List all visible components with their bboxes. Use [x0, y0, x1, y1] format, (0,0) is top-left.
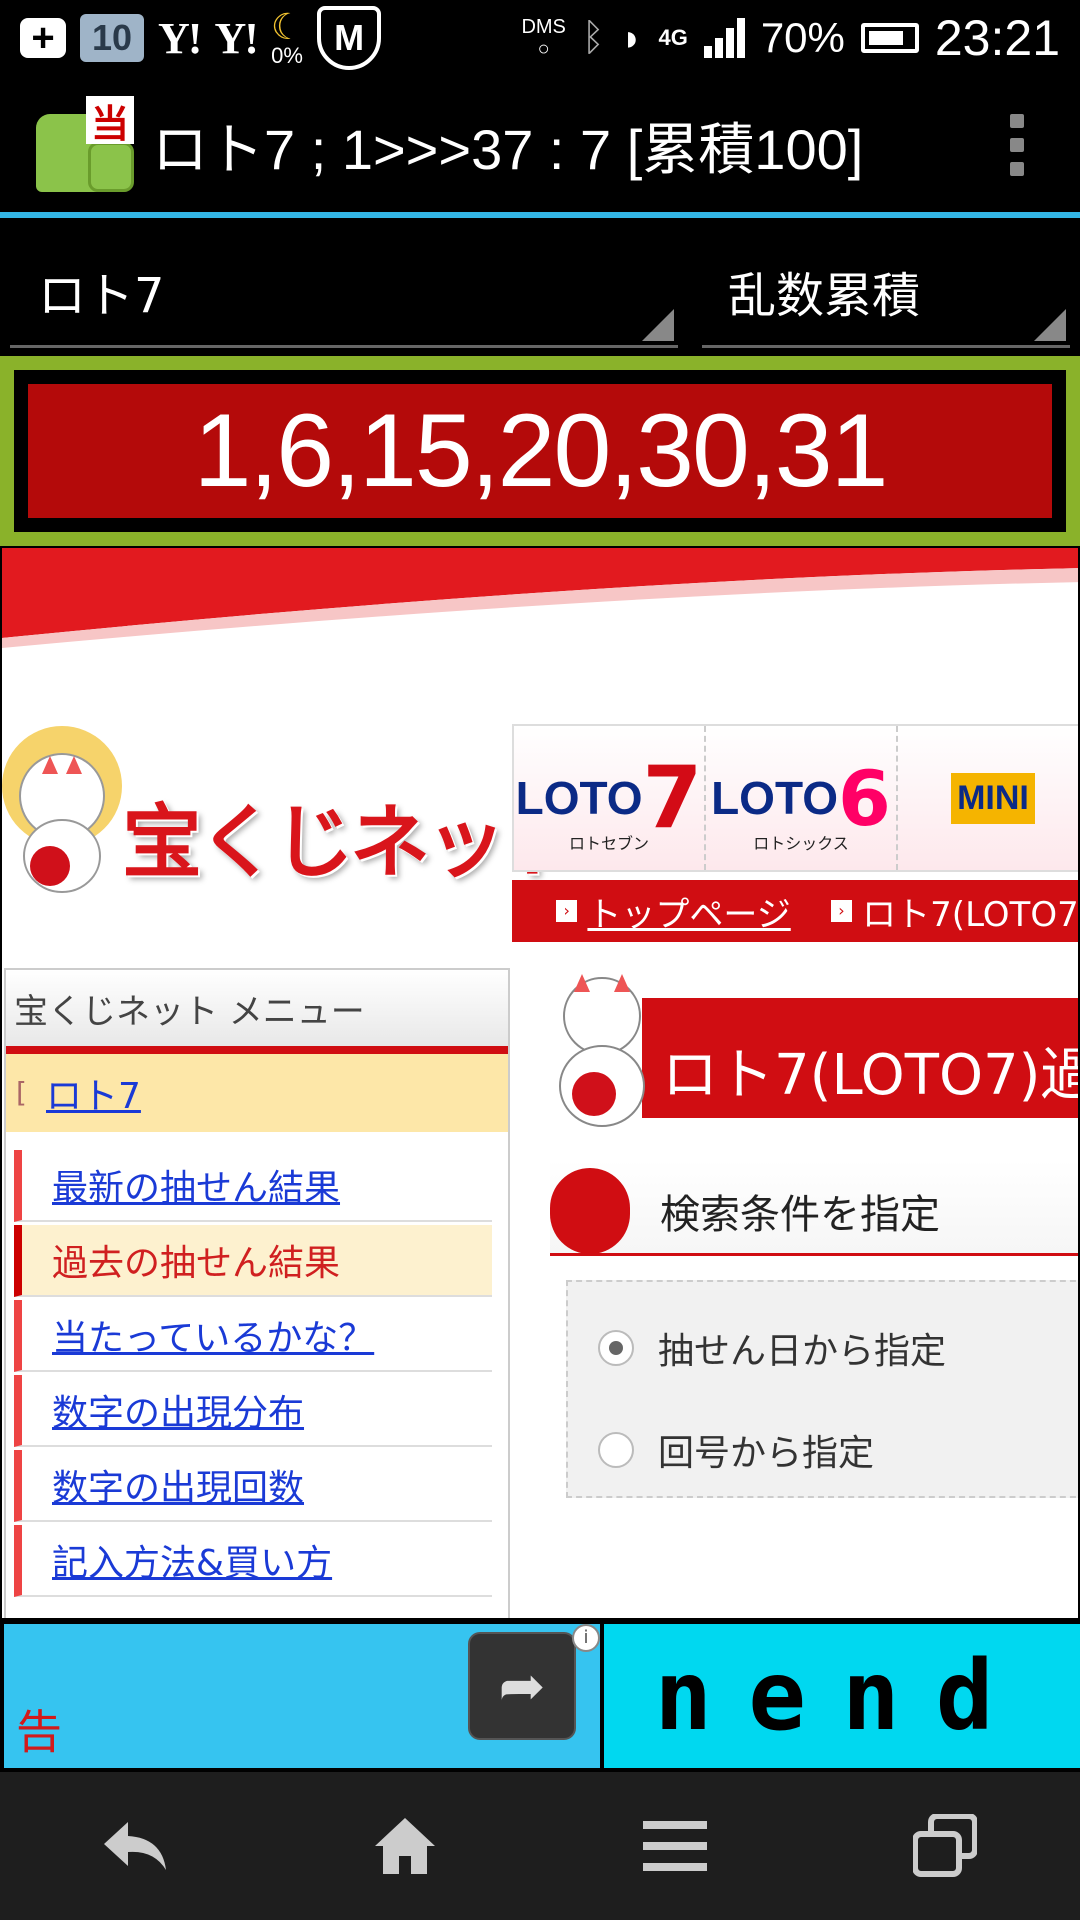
moon-percent: 0% — [271, 43, 303, 68]
menu-title: 宝くじネット メニュー — [6, 970, 508, 1054]
mode-spinner[interactable]: 乱数累積 — [702, 218, 1070, 348]
result-numbers[interactable]: 1,6,15,20,30,31 — [28, 384, 1052, 518]
radio-by-number-label: 回号から指定 — [658, 1433, 875, 1474]
menu-icon[interactable] — [615, 1796, 735, 1896]
moon-icon: ☾ 0% — [270, 6, 304, 68]
tab-loto7-logo: LOTO — [515, 772, 643, 824]
lucky-cat-icon — [2, 726, 122, 893]
content-title: ロト7(LOTO7)過去 — [662, 1043, 1078, 1108]
security-shield-icon: M — [317, 6, 382, 70]
menu-item-past-results[interactable]: 過去の抽せん結果 — [14, 1225, 492, 1297]
ad-left-panel[interactable]: 告 ➦ i — [4, 1624, 600, 1768]
dms-icon: DMS ○ — [521, 16, 566, 60]
tab-loto6-sub: ロトシックス — [753, 834, 849, 853]
calendar-icon: 10 — [80, 14, 144, 62]
webview[interactable]: 宝くじネット LOTO 7 ロトセブン LOTO 6 ロトシックス MINI ›… — [0, 548, 1080, 1620]
selector-row: ロト7 乱数累積 — [0, 218, 1080, 358]
can-icon — [88, 142, 134, 192]
radio-by-date-label: 抽せん日から指定 — [658, 1331, 947, 1372]
yahoo-icon: Y! — [158, 13, 202, 63]
menu-item-frequency[interactable]: 数字の出現回数 — [14, 1450, 492, 1522]
recent-apps-icon[interactable] — [885, 1796, 1005, 1896]
breadcrumb-top-link[interactable]: トップページ — [587, 887, 790, 936]
ad-banner[interactable]: 告 ➦ i nend — [0, 1620, 1080, 1772]
back-icon[interactable] — [75, 1796, 195, 1896]
bracket-icon: [ — [16, 1076, 27, 1109]
share-icon[interactable]: ➦ — [468, 1632, 576, 1740]
lucky-cat-icon — [559, 974, 645, 1127]
result-frame: 1,6,15,20,30,31 — [0, 356, 1080, 546]
app-title: ロト7 ; 1>>>37 : 7 [累積100] — [152, 117, 864, 181]
ad-text: 告 — [16, 1705, 62, 1759]
dropdown-triangle-icon — [1034, 309, 1066, 341]
tab-mini-logo: MINI — [951, 772, 1035, 824]
info-icon[interactable]: i — [572, 1624, 600, 1652]
radio-by-date[interactable] — [598, 1330, 634, 1366]
menu-item-check-win[interactable]: 当たっているかな？ — [14, 1300, 492, 1372]
tab-loto6-logo: LOTO — [711, 772, 839, 824]
dms-label: DMS — [521, 16, 566, 38]
menu-item-distribution[interactable]: 数字の出現分布 — [14, 1375, 492, 1447]
lottery-tabs: LOTO 7 ロトセブン LOTO 6 ロトシックス MINI — [512, 724, 1078, 872]
yahoo-icon-2: Y! — [214, 13, 258, 63]
clock: 23:21 — [934, 10, 1060, 66]
tab-loto7-sub: ロトセブン — [568, 834, 649, 853]
brand-name: 宝くじネット — [122, 796, 582, 889]
site-logo[interactable]: 宝くじネット — [2, 718, 582, 918]
signal-icon — [703, 18, 745, 58]
search-title: 検索条件を指定 — [660, 1192, 940, 1238]
app-icon: 当 — [36, 96, 134, 194]
menu-category-label: ロト7 — [46, 1076, 141, 1117]
nend-logo[interactable]: nend — [604, 1624, 1080, 1768]
chevron-right-icon: › — [830, 900, 853, 922]
header-swoosh — [2, 548, 1078, 648]
overflow-menu-icon[interactable] — [1010, 114, 1024, 176]
radio-row-by-date[interactable]: 抽せん日から指定 — [598, 1322, 946, 1374]
game-spinner[interactable]: ロト7 — [10, 218, 678, 348]
action-bar: 当 ロト7 ; 1>>>37 : 7 [累積100] — [0, 76, 1080, 214]
content-header: ロト7(LOTO7)過去 — [532, 968, 1078, 1128]
home-icon[interactable] — [345, 1796, 465, 1896]
radio-by-number[interactable] — [598, 1432, 634, 1468]
tab-loto7[interactable]: LOTO 7 ロトセブン — [514, 726, 706, 870]
site-menu: 宝くじネット メニュー [ ロト7 最新の抽せん結果 過去の抽せん結果 当たって… — [4, 968, 510, 1618]
menu-item-how-to-buy[interactable]: 記入方法&買い方 — [14, 1525, 492, 1597]
breadcrumb-current: ロト7(LOTO7) — [862, 894, 1080, 935]
bluetooth-icon: ᛒ — [581, 16, 605, 59]
menu-item-latest-results[interactable]: 最新の抽せん結果 — [14, 1150, 492, 1222]
search-options: 抽せん日から指定 回号から指定 — [566, 1280, 1078, 1498]
radio-row-by-number[interactable]: 回号から指定 — [598, 1424, 874, 1476]
tab-loto6[interactable]: LOTO 6 ロトシックス — [706, 726, 898, 870]
mode-spinner-value: 乱数累積 — [728, 268, 921, 324]
menu-category-link[interactable]: [ ロト7 — [6, 1054, 508, 1132]
search-header: 検索条件を指定 — [550, 1160, 1078, 1256]
menu-list: 最新の抽せん結果 過去の抽せん結果 当たっているかな？ 数字の出現分布 数字の出… — [6, 1132, 508, 1597]
tab-mini[interactable]: MINI — [898, 726, 1078, 870]
breadcrumb: › トップページ › ロト7(LOTO7) — [512, 880, 1080, 942]
navigation-bar — [0, 1772, 1080, 1920]
game-spinner-value: ロト7 — [38, 268, 165, 324]
nfc-icon: ◗ — [620, 17, 643, 58]
dropdown-triangle-icon — [642, 309, 674, 341]
add-icon: + — [20, 18, 66, 58]
app-icon-tag: 当 — [86, 96, 134, 146]
chevron-right-icon: › — [556, 900, 578, 922]
network-type: 4G — [658, 25, 688, 50]
search-badge-icon — [550, 1168, 630, 1254]
status-bar: + 10 Y! Y! ☾ 0% M DMS ○ ᛒ ◗ 4G 70% 23:21 — [0, 0, 1080, 76]
battery-percent: 70% — [760, 14, 845, 61]
battery-icon — [860, 23, 919, 53]
